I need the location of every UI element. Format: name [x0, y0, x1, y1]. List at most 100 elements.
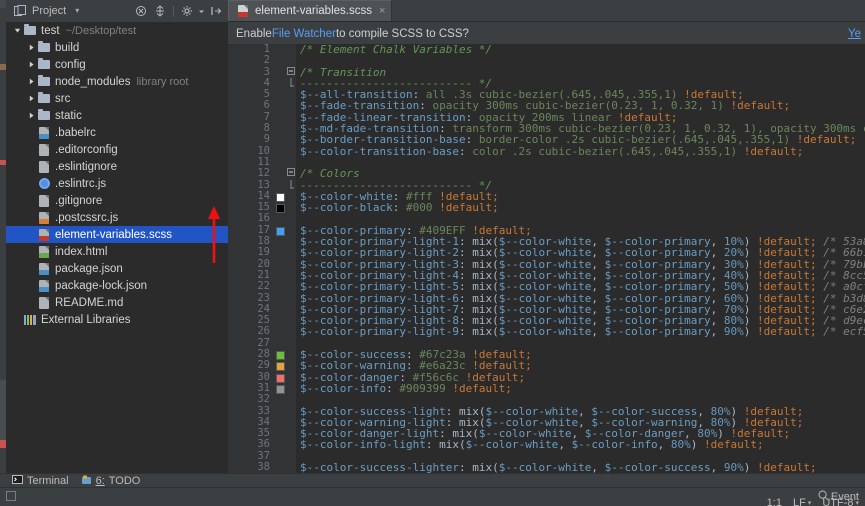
tree-item-static[interactable]: static	[6, 107, 228, 124]
disclosure-triangle-icon[interactable]	[12, 314, 23, 325]
json-file-icon	[37, 262, 51, 276]
gutter-color-swatch[interactable]	[276, 384, 285, 394]
line-number: 22	[257, 280, 270, 293]
chevron-down-icon[interactable]: ▾	[75, 7, 79, 15]
editor-tab-label: element-variables.scss	[255, 5, 372, 17]
caret-position[interactable]: 1:1	[767, 497, 782, 506]
editor-tab-element-variables-scss[interactable]: element-variables.scss ×	[228, 0, 393, 21]
code-line: 36 $--color-info-light: mix($--color-whit…	[228, 438, 865, 451]
encoding-selector[interactable]: UTF-8 ▾	[822, 497, 859, 506]
tree-item-build[interactable]: build	[6, 39, 228, 56]
disclosure-triangle-icon[interactable]	[26, 297, 37, 308]
tree-item-package-json[interactable]: package.json	[6, 260, 228, 277]
settings-gear-icon[interactable]	[179, 3, 195, 19]
disclosure-triangle-icon[interactable]	[12, 25, 23, 36]
line-number: 12	[257, 167, 270, 180]
project-panel-title: Project	[32, 5, 67, 17]
disclosure-triangle-icon[interactable]	[26, 263, 37, 274]
code-text: $--color-info: #909399 !default;	[300, 381, 512, 395]
gutter-color-swatch[interactable]	[276, 192, 285, 202]
file-watcher-link[interactable]: File Watcher	[272, 28, 336, 40]
tree-item-label: build	[55, 41, 80, 54]
tree-item-config[interactable]: config	[6, 56, 228, 73]
collapse-all-icon[interactable]	[133, 3, 149, 19]
disclosure-triangle-icon[interactable]	[26, 246, 37, 257]
tree-item-index-html[interactable]: index.html	[6, 243, 228, 260]
line-separator-selector[interactable]: LF ▾	[793, 497, 811, 506]
status-bar-indicators: 1:1 LF ▾ UTF-8 ▾	[767, 497, 859, 506]
disclosure-triangle-icon[interactable]	[26, 280, 37, 291]
disclosure-triangle-icon[interactable]	[26, 212, 37, 223]
settings-dropdown-icon[interactable]	[198, 3, 205, 19]
tree-item-editorconfig[interactable]: .editorconfig	[6, 141, 228, 158]
folder-icon	[37, 91, 51, 106]
tree-item-label: package-lock.json	[55, 279, 148, 292]
tree-item-eslintrc-js[interactable]: .eslintrc.js	[6, 175, 228, 192]
project-tool-window: Project ▾ test ~/Desktop/test build conf…	[6, 0, 228, 474]
disclosure-triangle-icon[interactable]	[26, 178, 37, 189]
encoding-value: UTF-8	[822, 497, 854, 506]
code-line: 1/* Element Chalk Variables */	[228, 44, 865, 55]
fold-collapse-icon[interactable]	[287, 168, 295, 177]
disclosure-triangle-icon[interactable]	[26, 110, 37, 121]
folder-icon	[37, 74, 51, 89]
tree-item-gitignore[interactable]: .gitignore	[6, 192, 228, 209]
tree-item-label: index.html	[55, 245, 108, 258]
close-icon[interactable]: ×	[379, 5, 385, 17]
tree-item-label: .eslintrc.js	[55, 177, 107, 190]
fold-end-icon[interactable]	[287, 179, 295, 189]
code-text: $--color-transition-base: color .2s cubi…	[300, 144, 804, 158]
file-watcher-notification: Enable File Watcher to compile SCSS to C…	[228, 22, 865, 46]
disclosure-triangle-icon[interactable]	[26, 195, 37, 206]
gutter-color-swatch[interactable]	[276, 362, 285, 372]
line-number: 36	[257, 438, 270, 451]
text-file-icon	[37, 194, 51, 208]
disclosure-triangle-icon[interactable]	[26, 93, 37, 104]
notification-yes-link[interactable]: Ye	[848, 28, 861, 40]
code-text: $--color-black: #000 !default;	[300, 201, 499, 215]
fold-end-icon[interactable]	[287, 77, 295, 87]
todo-button[interactable]: 6: TODO	[81, 475, 140, 488]
tree-item-label: package.json	[55, 262, 123, 275]
status-left-icon[interactable]	[6, 491, 18, 503]
disclosure-triangle-icon[interactable]	[26, 144, 37, 155]
tree-item-src[interactable]: src	[6, 90, 228, 107]
gutter-color-swatch[interactable]	[276, 351, 285, 361]
tree-item-test[interactable]: test ~/Desktop/test	[6, 22, 228, 39]
disclosure-triangle-icon[interactable]	[26, 76, 37, 87]
gutter-color-swatch[interactable]	[276, 226, 285, 236]
code-line: 31 $--color-info: #909399 !default;	[228, 381, 865, 395]
tree-item-postcssrc-js[interactable]: .postcssrc.js	[6, 209, 228, 226]
disclosure-triangle-icon[interactable]	[26, 127, 37, 138]
code-lines: 1/* Element Chalk Variables */2 3/* Trans…	[228, 44, 865, 474]
project-file-tree[interactable]: test ~/Desktop/test build config node_module…	[6, 22, 228, 474]
disclosure-triangle-icon[interactable]	[26, 42, 37, 53]
tree-item-babelrc[interactable]: .babelrc	[6, 124, 228, 141]
toolbar-divider	[173, 5, 174, 17]
json-file-icon	[37, 279, 51, 293]
line-number: 2	[263, 54, 270, 67]
tool-window-bar-bottom: Terminal 6: TODO	[0, 473, 865, 488]
disclosure-triangle-icon[interactable]	[26, 229, 37, 240]
notification-suffix: to compile SCSS to CSS?	[335, 27, 469, 40]
tree-item-node-modules[interactable]: node_modules library root	[6, 73, 228, 90]
gutter-color-swatch[interactable]	[276, 373, 285, 383]
tree-item-package-lock-json[interactable]: package-lock.json	[6, 277, 228, 294]
gutter-color-swatch[interactable]	[276, 204, 285, 214]
tree-item-label: src	[55, 92, 71, 105]
tree-item-label: static	[55, 109, 82, 122]
line-number: 19	[257, 246, 270, 259]
disclosure-triangle-icon[interactable]	[26, 161, 37, 172]
tree-item-external-libraries[interactable]: External Libraries	[6, 311, 228, 328]
hide-panel-icon[interactable]	[208, 3, 224, 19]
disclosure-triangle-icon[interactable]	[26, 59, 37, 70]
code-editor[interactable]: 1/* Element Chalk Variables */2 3/* Trans…	[228, 44, 865, 474]
expand-collapse-icon[interactable]	[152, 3, 168, 19]
tree-item-element-variables-scss[interactable]: element-variables.scss	[6, 226, 228, 243]
tree-item-eslintignore[interactable]: .eslintignore	[6, 158, 228, 175]
tree-item-readme-md[interactable]: README.md	[6, 294, 228, 311]
tree-item-sublabel: library root	[136, 75, 189, 88]
line-number: 29	[257, 359, 270, 372]
fold-collapse-icon[interactable]	[287, 66, 295, 75]
terminal-button[interactable]: Terminal	[12, 475, 69, 487]
